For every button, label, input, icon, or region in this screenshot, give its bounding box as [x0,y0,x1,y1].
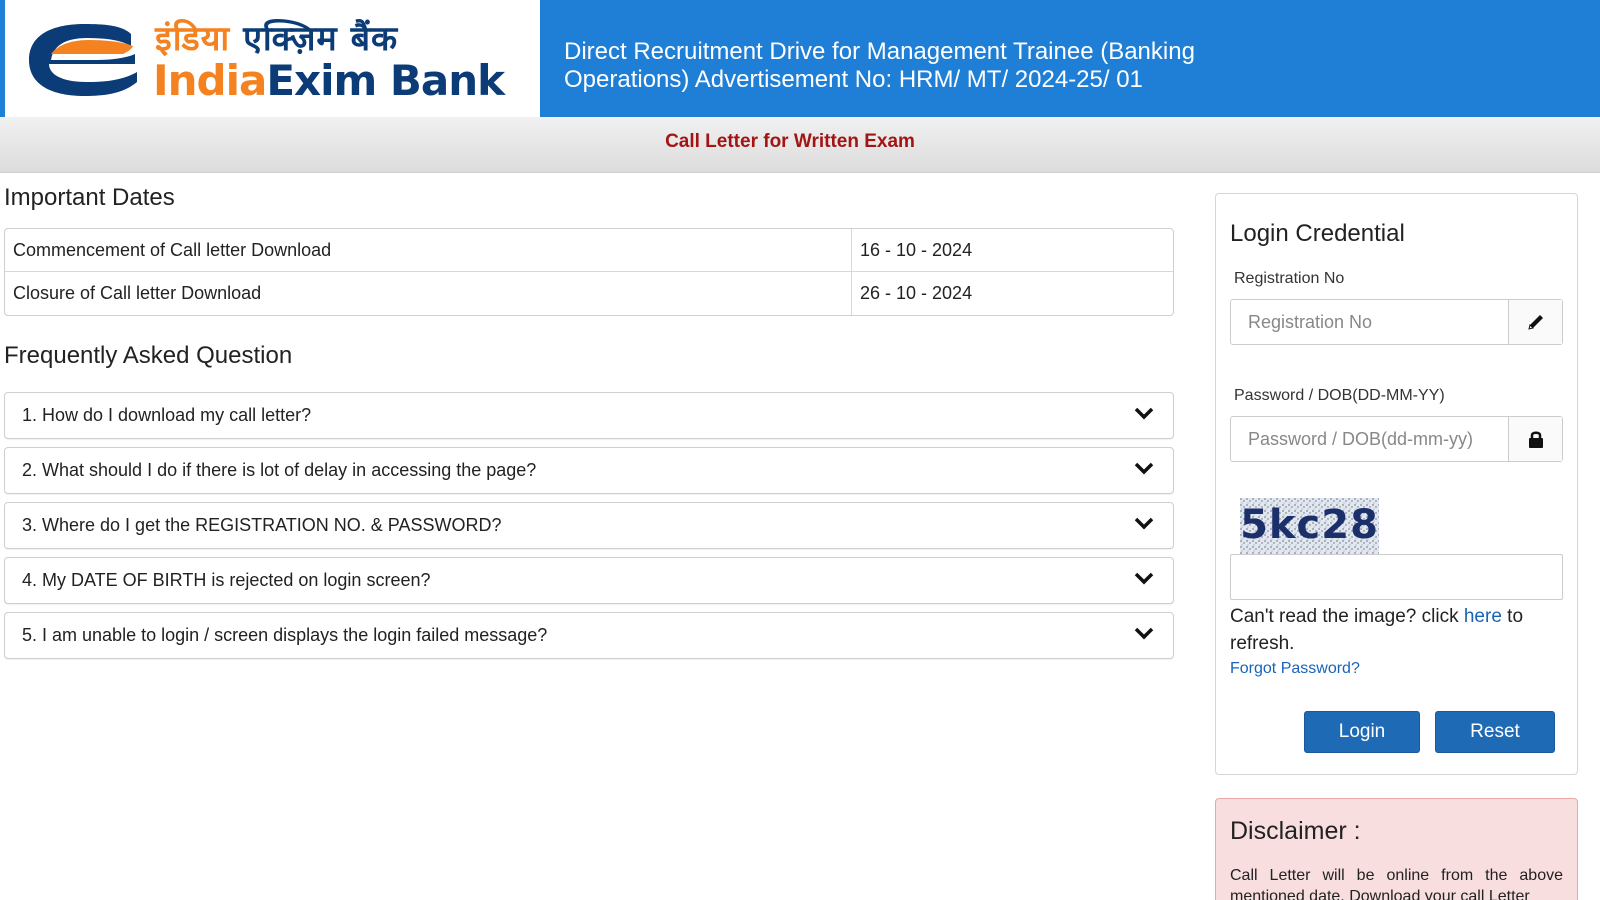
faq-item-2[interactable]: 2. What should I do if there is lot of d… [4,447,1174,494]
captcha-image: 5kc28 [1240,498,1379,555]
login-button[interactable]: Login [1304,711,1420,753]
faq-item-1[interactable]: 1. How do I download my call letter? [4,392,1174,439]
table-row: Commencement of Call letter Download 16 … [5,229,1173,272]
login-panel: Login Credential Registration No Passwor… [1215,193,1578,775]
disclaimer-heading: Disclaimer : [1230,817,1361,845]
faq-heading: Frequently Asked Question [4,342,293,369]
chevron-down-icon [1134,572,1154,585]
password-input[interactable] [1231,417,1509,461]
password-label: Password / DOB(DD-MM-YY) [1234,387,1445,404]
page-subheader: Call Letter for Written Exam [0,117,1600,173]
page-subtitle: Call Letter for Written Exam [665,131,915,152]
logo-hindi-text: इंडिया एक्ज़िम बैंक [155,19,399,59]
faq-question: 1. How do I download my call letter? [22,405,312,425]
chevron-down-icon [1134,462,1154,475]
faq-item-4[interactable]: 4. My DATE OF BIRTH is rejected on login… [4,557,1174,604]
faq-question: 2. What should I do if there is lot of d… [22,460,537,480]
bank-logo[interactable]: इंडिया एक्ज़िम बैंक IndiaExim Bank [5,0,540,117]
lock-icon [1529,431,1543,448]
date-value: 16 - 10 - 2024 [851,229,1173,272]
date-label: Closure of Call letter Download [13,283,262,303]
faq-question: 4. My DATE OF BIRTH is rejected on login… [22,570,431,590]
registration-input-group [1230,299,1563,345]
recruitment-title: Direct Recruitment Drive for Management … [564,38,1195,93]
password-input-group [1230,416,1563,462]
table-row: Closure of Call letter Download 26 - 10 … [5,272,1173,315]
date-value: 26 - 10 - 2024 [851,272,1173,315]
date-label: Commencement of Call letter Download [5,229,851,272]
captcha-input[interactable] [1230,554,1563,600]
registration-addon [1508,300,1562,344]
important-dates-heading: Important Dates [4,184,175,211]
disclaimer-box: Disclaimer : Call Letter will be online … [1215,798,1578,900]
important-dates-table: Commencement of Call letter Download 16 … [4,228,1174,316]
captcha-text: 5kc28 [1240,502,1379,548]
page-header: इंडिया एक्ज़िम बैंक IndiaExim Bank Direc… [0,0,1600,117]
pencil-icon [1528,315,1543,330]
chevron-down-icon [1134,627,1154,640]
faq-question: 5. I am unable to login / screen display… [22,625,548,645]
captcha-refresh-link[interactable]: here [1464,606,1502,627]
registration-label: Registration No [1234,270,1345,287]
exim-logo-mark-icon [29,24,137,96]
faq-question: 3. Where do I get the REGISTRATION NO. &… [22,515,502,535]
reset-button[interactable]: Reset [1435,711,1555,753]
faq-item-3[interactable]: 3. Where do I get the REGISTRATION NO. &… [4,502,1174,549]
disclaimer-text: Call Letter will be online from the abov… [1230,867,1563,900]
login-heading: Login Credential [1230,220,1405,247]
logo-english-text: IndiaExim Bank [153,56,505,105]
registration-input[interactable] [1231,300,1509,344]
password-addon [1508,417,1562,461]
forgot-password-link[interactable]: Forgot Password? [1230,660,1360,678]
captcha-help-text: Can't read the image? click here to refr… [1230,606,1524,654]
chevron-down-icon [1134,517,1154,530]
faq-item-5[interactable]: 5. I am unable to login / screen display… [4,612,1174,659]
chevron-down-icon [1134,407,1154,420]
